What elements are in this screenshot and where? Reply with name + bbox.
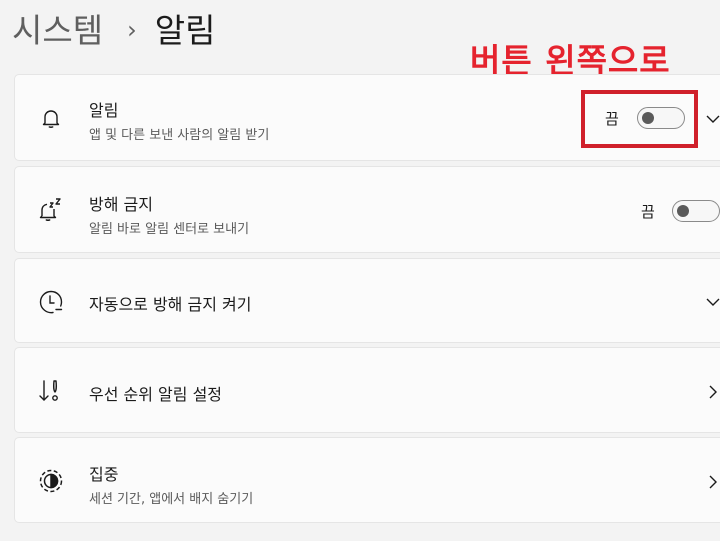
do-not-disturb-toggle[interactable] [672, 200, 720, 222]
focus-icon [37, 467, 65, 495]
priority-notifications-row[interactable]: 우선 순위 알림 설정 [14, 347, 720, 433]
row-subtitle: 세션 기간, 앱에서 배지 숨기기 [89, 492, 254, 507]
clock-icon [37, 288, 65, 316]
chevron-right-icon[interactable] [705, 384, 720, 400]
row-subtitle: 앱 및 다른 보낸 사람의 알림 받기 [89, 128, 270, 143]
toggle-knob [677, 205, 689, 217]
breadcrumb-system-link[interactable]: 시스템 [12, 4, 103, 52]
bell-icon [37, 104, 65, 132]
row-title: 자동으로 방해 금지 켜기 [89, 295, 252, 314]
auto-do-not-disturb-row[interactable]: 자동으로 방해 금지 켜기 [14, 258, 720, 343]
row-title: 알림 [89, 101, 119, 120]
row-title: 집중 [89, 465, 119, 484]
annotation-highlight-box [581, 90, 698, 148]
priority-icon [37, 377, 65, 405]
row-title: 방해 금지 [89, 195, 153, 214]
bell-snooze-icon [37, 196, 65, 224]
toggle-state-label: 끔 [641, 203, 655, 221]
breadcrumb: 시스템 › 알림 [12, 6, 215, 50]
page-title: 알림 [154, 11, 216, 50]
row-subtitle: 알림 바로 알림 센터로 보내기 [89, 222, 250, 237]
breadcrumb-separator: › [127, 16, 137, 44]
do-not-disturb-row[interactable]: 방해 금지 알림 바로 알림 센터로 보내기 끔 [14, 166, 720, 253]
chevron-down-icon[interactable] [705, 111, 720, 127]
chevron-right-icon[interactable] [705, 474, 720, 490]
chevron-down-icon[interactable] [705, 294, 720, 310]
row-title: 우선 순위 알림 설정 [89, 385, 223, 404]
focus-row[interactable]: 집중 세션 기간, 앱에서 배지 숨기기 [14, 437, 720, 523]
